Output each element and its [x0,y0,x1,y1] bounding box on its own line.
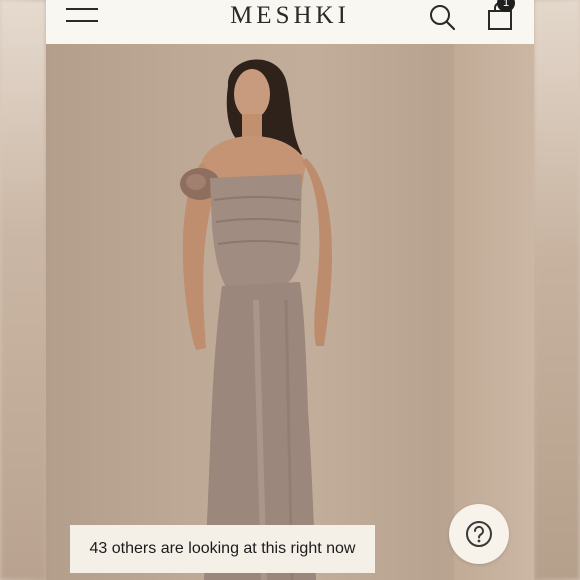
backdrop-panel [454,44,534,580]
help-chat-button[interactable] [449,504,509,564]
live-viewers-banner: 43 others are looking at this right now [70,525,375,573]
question-mark-icon [466,521,492,547]
product-hero-image[interactable]: 43 others are looking at this right now [46,44,534,580]
model-in-dress-photo [180,59,332,580]
search-icon[interactable] [428,3,456,31]
brand-logo[interactable]: MESHKI [46,2,534,30]
site-header: MESHKI 1 [46,0,534,44]
screenshot-frame: MESHKI 1 43 others are looking at this r… [0,0,580,580]
phone-screen: MESHKI 1 43 others are looking at this r… [46,0,534,580]
blurred-background-left [0,0,46,580]
blurred-background-right [534,0,580,580]
